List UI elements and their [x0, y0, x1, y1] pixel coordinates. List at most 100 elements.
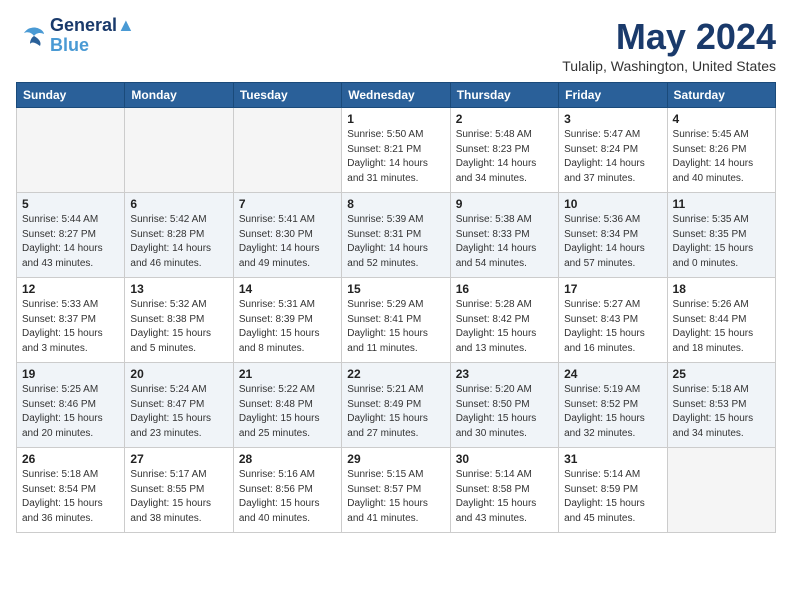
day-number: 3 [564, 112, 661, 126]
weekday-friday: Friday [559, 83, 667, 108]
day-cell: 8 Sunrise: 5:39 AMSunset: 8:31 PMDaylight… [342, 193, 450, 278]
day-number: 29 [347, 452, 444, 466]
logo: General▲ Blue [16, 16, 135, 56]
day-cell: 3 Sunrise: 5:47 AMSunset: 8:24 PMDaylight… [559, 108, 667, 193]
day-cell: 18 Sunrise: 5:26 AMSunset: 8:44 PMDayligh… [667, 278, 775, 363]
day-cell [233, 108, 341, 193]
day-number: 6 [130, 197, 227, 211]
day-number: 10 [564, 197, 661, 211]
weekday-wednesday: Wednesday [342, 83, 450, 108]
day-number: 21 [239, 367, 336, 381]
day-cell: 19Sunrise: 5:25 AMSunset: 8:46 PMDayligh… [17, 363, 125, 448]
title-block: May 2024 Tulalip, Washington, United Sta… [562, 16, 776, 74]
day-info: Sunrise: 5:45 AMSunset: 8:26 PMDaylight:… [673, 128, 770, 186]
day-info: Sunrise: 5:15 AMSunset: 8:57 PMDaylight:… [347, 468, 444, 526]
day-info: Sunrise: 5:16 AMSunset: 8:56 PMDaylight:… [239, 468, 336, 526]
day-info: Sunrise: 5:31 AMSunset: 8:39 PMDaylight:… [239, 298, 336, 356]
day-number: 14 [239, 282, 336, 296]
day-number: 25 [673, 367, 770, 381]
day-cell: 21 Sunrise: 5:22 AMSunset: 8:48 PMDayligh… [233, 363, 341, 448]
calendar-header: SundayMondayTuesdayWednesdayThursdayFrid… [17, 83, 776, 108]
day-number: 23 [456, 367, 553, 381]
day-number: 12 [22, 282, 119, 296]
day-cell: 6 Sunrise: 5:42 AMSunset: 8:28 PMDaylight… [125, 193, 233, 278]
day-number: 22 [347, 367, 444, 381]
day-info: Sunrise: 5:35 AMSunset: 8:35 PMDaylight:… [673, 213, 770, 271]
day-number: 19 [22, 367, 119, 381]
logo-icon [16, 24, 46, 48]
weekday-header-row: SundayMondayTuesdayWednesdayThursdayFrid… [17, 83, 776, 108]
day-info: Sunrise: 5:42 AMSunset: 8:28 PMDaylight:… [130, 213, 227, 271]
day-info: Sunrise: 5:17 AMSunset: 8:55 PMDaylight:… [130, 468, 227, 526]
day-info: Sunrise: 5:27 AMSunset: 8:43 PMDaylight:… [564, 298, 661, 356]
day-number: 18 [673, 282, 770, 296]
day-info: Sunrise: 5:21 AMSunset: 8:49 PMDaylight:… [347, 383, 444, 441]
day-info: Sunrise: 5:39 AMSunset: 8:31 PMDaylight:… [347, 213, 444, 271]
day-cell: 20Sunrise: 5:24 AMSunset: 8:47 PMDayligh… [125, 363, 233, 448]
weekday-thursday: Thursday [450, 83, 558, 108]
day-number: 15 [347, 282, 444, 296]
week-row-1: 5 Sunrise: 5:44 AMSunset: 8:27 PMDaylight… [17, 193, 776, 278]
day-cell: 27 Sunrise: 5:17 AMSunset: 8:55 PMDayligh… [125, 448, 233, 533]
day-cell: 7Sunrise: 5:41 AMSunset: 8:30 PMDaylight… [233, 193, 341, 278]
month-title: May 2024 [562, 16, 776, 58]
day-cell [17, 108, 125, 193]
day-cell: 30 Sunrise: 5:14 AMSunset: 8:58 PMDayligh… [450, 448, 558, 533]
day-cell: 9 Sunrise: 5:38 AMSunset: 8:33 PMDaylight… [450, 193, 558, 278]
day-info: Sunrise: 5:44 AMSunset: 8:27 PMDaylight:… [22, 213, 119, 271]
day-cell: 23 Sunrise: 5:20 AMSunset: 8:50 PMDayligh… [450, 363, 558, 448]
day-number: 1 [347, 112, 444, 126]
day-number: 16 [456, 282, 553, 296]
day-cell: 4Sunrise: 5:45 AMSunset: 8:26 PMDaylight… [667, 108, 775, 193]
logo-text: General▲ Blue [50, 16, 135, 56]
day-cell: 14 Sunrise: 5:31 AMSunset: 8:39 PMDayligh… [233, 278, 341, 363]
day-cell: 29 Sunrise: 5:15 AMSunset: 8:57 PMDayligh… [342, 448, 450, 533]
day-info: Sunrise: 5:14 AMSunset: 8:58 PMDaylight:… [456, 468, 553, 526]
day-number: 24 [564, 367, 661, 381]
day-number: 27 [130, 452, 227, 466]
day-info: Sunrise: 5:36 AMSunset: 8:34 PMDaylight:… [564, 213, 661, 271]
day-cell: 1 Sunrise: 5:50 AMSunset: 8:21 PMDaylight… [342, 108, 450, 193]
day-cell: 13 Sunrise: 5:32 AMSunset: 8:38 PMDayligh… [125, 278, 233, 363]
day-info: Sunrise: 5:47 AMSunset: 8:24 PMDaylight:… [564, 128, 661, 186]
day-info: Sunrise: 5:22 AMSunset: 8:48 PMDaylight:… [239, 383, 336, 441]
day-number: 30 [456, 452, 553, 466]
day-info: Sunrise: 5:26 AMSunset: 8:44 PMDaylight:… [673, 298, 770, 356]
day-info: Sunrise: 5:14 AMSunset: 8:59 PMDaylight:… [564, 468, 661, 526]
week-row-2: 12 Sunrise: 5:33 AMSunset: 8:37 PMDayligh… [17, 278, 776, 363]
day-info: Sunrise: 5:50 AMSunset: 8:21 PMDaylight:… [347, 128, 444, 186]
day-cell: 17Sunrise: 5:27 AMSunset: 8:43 PMDayligh… [559, 278, 667, 363]
weekday-monday: Monday [125, 83, 233, 108]
weekday-sunday: Sunday [17, 83, 125, 108]
week-row-0: 1 Sunrise: 5:50 AMSunset: 8:21 PMDaylight… [17, 108, 776, 193]
day-number: 8 [347, 197, 444, 211]
page-header: General▲ Blue May 2024 Tulalip, Washingt… [16, 16, 776, 74]
day-info: Sunrise: 5:19 AMSunset: 8:52 PMDaylight:… [564, 383, 661, 441]
day-info: Sunrise: 5:32 AMSunset: 8:38 PMDaylight:… [130, 298, 227, 356]
day-cell: 26 Sunrise: 5:18 AMSunset: 8:54 PMDayligh… [17, 448, 125, 533]
weekday-saturday: Saturday [667, 83, 775, 108]
day-info: Sunrise: 5:18 AMSunset: 8:53 PMDaylight:… [673, 383, 770, 441]
calendar-table: SundayMondayTuesdayWednesdayThursdayFrid… [16, 82, 776, 533]
location: Tulalip, Washington, United States [562, 58, 776, 74]
day-info: Sunrise: 5:20 AMSunset: 8:50 PMDaylight:… [456, 383, 553, 441]
day-number: 9 [456, 197, 553, 211]
day-number: 13 [130, 282, 227, 296]
day-cell: 28Sunrise: 5:16 AMSunset: 8:56 PMDayligh… [233, 448, 341, 533]
day-cell [125, 108, 233, 193]
day-info: Sunrise: 5:33 AMSunset: 8:37 PMDaylight:… [22, 298, 119, 356]
day-cell: 22 Sunrise: 5:21 AMSunset: 8:49 PMDayligh… [342, 363, 450, 448]
day-cell: 10 Sunrise: 5:36 AMSunset: 8:34 PMDayligh… [559, 193, 667, 278]
day-info: Sunrise: 5:38 AMSunset: 8:33 PMDaylight:… [456, 213, 553, 271]
day-info: Sunrise: 5:18 AMSunset: 8:54 PMDaylight:… [22, 468, 119, 526]
day-info: Sunrise: 5:24 AMSunset: 8:47 PMDaylight:… [130, 383, 227, 441]
day-number: 5 [22, 197, 119, 211]
day-info: Sunrise: 5:28 AMSunset: 8:42 PMDaylight:… [456, 298, 553, 356]
day-number: 26 [22, 452, 119, 466]
day-info: Sunrise: 5:48 AMSunset: 8:23 PMDaylight:… [456, 128, 553, 186]
day-number: 11 [673, 197, 770, 211]
day-cell: 5 Sunrise: 5:44 AMSunset: 8:27 PMDaylight… [17, 193, 125, 278]
day-cell: 31Sunrise: 5:14 AMSunset: 8:59 PMDayligh… [559, 448, 667, 533]
day-cell [667, 448, 775, 533]
day-cell: 11 Sunrise: 5:35 AMSunset: 8:35 PMDayligh… [667, 193, 775, 278]
